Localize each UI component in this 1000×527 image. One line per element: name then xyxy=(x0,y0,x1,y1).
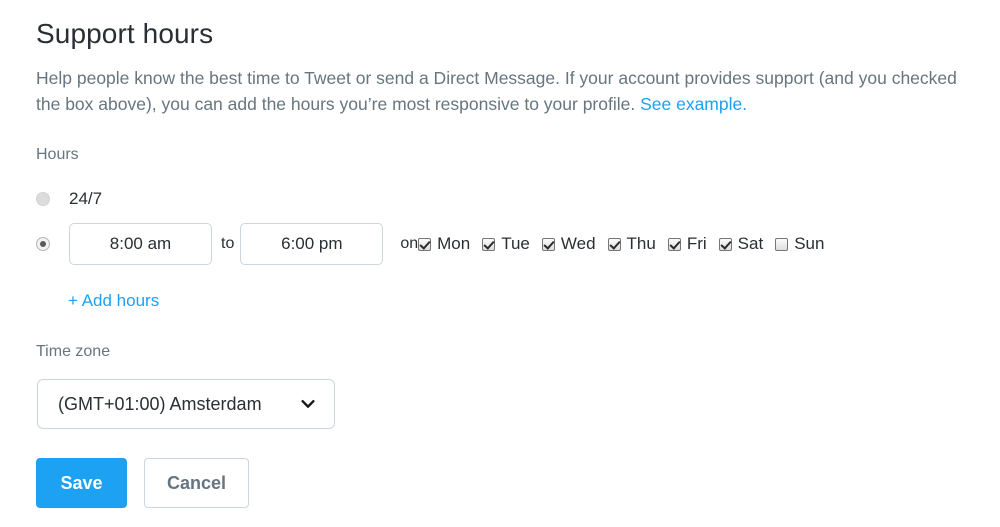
day-label-sat: Sat xyxy=(737,234,764,253)
day-item-sat[interactable]: Sat xyxy=(718,234,764,254)
checkbox-mon[interactable] xyxy=(418,237,432,251)
cancel-button[interactable]: Cancel xyxy=(144,458,249,508)
form-actions: Save Cancel xyxy=(36,458,249,508)
day-label-tue: Tue xyxy=(501,234,530,253)
day-item-sun[interactable]: Sun xyxy=(775,234,824,254)
timezone-label: Time zone xyxy=(36,343,111,360)
day-item-tue[interactable]: Tue xyxy=(482,234,530,254)
checkbox-wed[interactable] xyxy=(541,237,555,251)
save-button[interactable]: Save xyxy=(36,458,127,508)
support-hours-panel: Support hours Help people know the best … xyxy=(0,0,1000,527)
checkbox-fri[interactable] xyxy=(667,237,681,251)
timezone-select[interactable]: (GMT+01:00) Amsterdam xyxy=(37,379,335,429)
timezone-selected-value: (GMT+01:00) Amsterdam xyxy=(58,394,262,414)
radio-custom-hours[interactable] xyxy=(36,237,50,251)
day-item-wed[interactable]: Wed xyxy=(541,234,596,254)
day-checkbox-group: Mon Tue Wed Thu Fri Sat Sun xyxy=(418,234,826,254)
start-time-input[interactable] xyxy=(69,223,212,265)
hours-option-custom-row[interactable]: to on Mon Tue Wed Thu Fri xyxy=(36,222,826,266)
end-time-input[interactable] xyxy=(240,223,384,265)
section-description: Help people know the best time to Tweet … xyxy=(36,65,961,117)
day-label-mon: Mon xyxy=(437,234,471,253)
day-label-sun: Sun xyxy=(794,234,825,253)
checkbox-tue[interactable] xyxy=(482,237,496,251)
day-item-thu[interactable]: Thu xyxy=(607,234,656,254)
day-label-wed: Wed xyxy=(560,234,596,253)
see-example-link[interactable]: See example. xyxy=(640,94,747,114)
day-label-fri: Fri xyxy=(686,234,707,253)
radio-247-label: 24/7 xyxy=(69,189,103,208)
checkbox-sat[interactable] xyxy=(718,237,732,251)
day-item-fri[interactable]: Fri xyxy=(667,234,707,254)
chevron-down-icon xyxy=(300,396,316,412)
add-hours-link[interactable]: + Add hours xyxy=(68,290,159,312)
description-text: Help people know the best time to Tweet … xyxy=(36,68,957,114)
day-item-mon[interactable]: Mon xyxy=(418,234,470,254)
radio-247[interactable] xyxy=(36,192,50,206)
page-title: Support hours xyxy=(36,18,214,49)
checkbox-thu[interactable] xyxy=(607,237,621,251)
to-label: to xyxy=(221,235,235,252)
day-label-thu: Thu xyxy=(626,234,656,253)
hours-label: Hours xyxy=(36,146,79,163)
hours-option-247-row[interactable]: 24/7 xyxy=(36,188,102,210)
on-label: on xyxy=(400,235,419,252)
checkbox-sun[interactable] xyxy=(775,237,789,251)
